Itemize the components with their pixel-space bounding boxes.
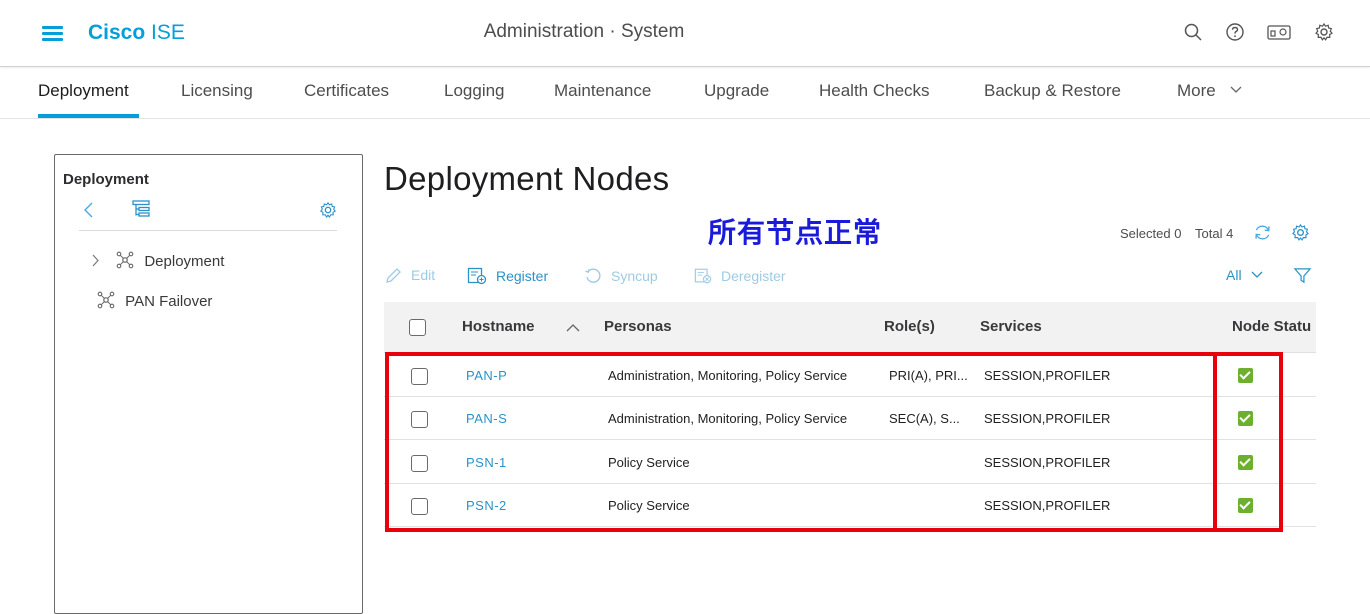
tab-maintenance[interactable]: Maintenance [554, 81, 651, 101]
filter-select-value: All [1226, 267, 1242, 283]
deregister-button[interactable]: Deregister [694, 267, 786, 285]
tab-health-checks[interactable]: Health Checks [819, 81, 930, 101]
highlight-rows-box [385, 352, 1283, 532]
tree-item-deployment[interactable]: Deployment [91, 251, 224, 270]
panel-title: Deployment [63, 171, 149, 188]
sort-ascending-icon[interactable] [566, 323, 580, 332]
tab-more[interactable]: More [1177, 81, 1242, 101]
filter-select[interactable]: All [1226, 267, 1272, 283]
selected-count: Selected 0 [1120, 226, 1182, 241]
navigation-panel: Deployment Deployment PAN Failover [54, 154, 363, 614]
chevron-right-icon[interactable] [91, 254, 100, 267]
panel-toolbar [79, 193, 337, 231]
tree-item-label: Deployment [144, 253, 225, 270]
column-header-node-status[interactable]: Node Statu [1232, 318, 1311, 335]
deregister-label: Deregister [721, 268, 786, 284]
register-label: Register [496, 268, 549, 284]
back-icon[interactable] [83, 202, 95, 218]
tab-upgrade[interactable]: Upgrade [704, 81, 769, 101]
tree-item-label: PAN Failover [125, 293, 213, 310]
sync-icon [585, 268, 601, 283]
column-header-services[interactable]: Services [980, 318, 1042, 335]
tab-bar: Deployment Licensing Certificates Loggin… [0, 68, 1370, 119]
filter-icon[interactable] [1293, 266, 1312, 285]
tree-view-icon[interactable] [132, 200, 150, 218]
highlight-status-box [1213, 352, 1283, 532]
tab-more-label: More [1177, 81, 1216, 100]
pencil-icon [386, 268, 401, 283]
search-icon[interactable] [1183, 22, 1203, 42]
register-button[interactable]: Register [467, 267, 548, 285]
column-header-personas[interactable]: Personas [604, 318, 672, 335]
network-node-icon [97, 291, 115, 309]
syncup-button[interactable]: Syncup [584, 267, 658, 285]
tree-item-pan-failover[interactable]: PAN Failover [97, 291, 212, 310]
table-settings-icon[interactable] [1291, 223, 1310, 242]
settings-icon[interactable] [1314, 22, 1334, 42]
column-header-hostname[interactable]: Hostname [462, 318, 535, 335]
edit-label: Edit [411, 267, 436, 283]
tab-backup-restore[interactable]: Backup & Restore [984, 81, 1121, 101]
select-all-checkbox[interactable] [409, 319, 426, 336]
deregister-icon [694, 268, 712, 284]
column-header-roles[interactable]: Role(s) [884, 318, 935, 335]
dashboard-icon[interactable] [1267, 22, 1291, 42]
annotation-text: 所有节点正常 [708, 216, 883, 249]
table-header: Hostname Personas Role(s) Services Node … [384, 302, 1316, 353]
tab-licensing[interactable]: Licensing [181, 81, 253, 101]
tab-certificates[interactable]: Certificates [304, 81, 389, 101]
chevron-down-icon [1251, 271, 1263, 278]
top-header: Cisco ISE Administration · System [0, 0, 1370, 67]
page-context-title: Administration · System [483, 21, 685, 42]
syncup-label: Syncup [611, 268, 658, 284]
help-icon[interactable] [1225, 22, 1245, 42]
edit-button[interactable]: Edit [385, 267, 435, 284]
active-tab-indicator [38, 114, 139, 118]
panel-settings-icon[interactable] [319, 201, 337, 219]
total-count: Total 4 [1195, 226, 1234, 241]
chevron-down-icon [1231, 86, 1242, 93]
tab-logging[interactable]: Logging [444, 81, 505, 101]
refresh-icon[interactable] [1253, 223, 1272, 242]
register-icon [467, 267, 487, 285]
tab-deployment[interactable]: Deployment [38, 81, 129, 101]
network-node-icon [116, 251, 134, 269]
page-title: Deployment Nodes [384, 160, 670, 197]
